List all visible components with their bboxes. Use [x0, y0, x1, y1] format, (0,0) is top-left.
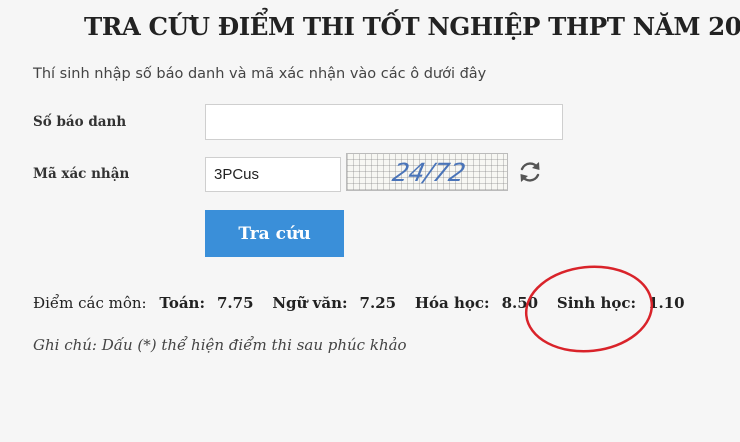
captcha-label: Mã xác nhận — [33, 166, 130, 182]
results-note: Ghi chú: Dấu (*) thể hiện điểm thi sau p… — [33, 336, 407, 354]
captcha-image: 24/72 — [346, 153, 508, 191]
subject-score-literature: Ngữ văn: 7.25 — [272, 294, 397, 312]
sbd-label: Số báo danh — [33, 114, 127, 130]
scores-row: Điểm các môn: Toán: 7.75 Ngữ văn: 7.25 Hóa… — [33, 294, 699, 312]
captcha-input[interactable] — [205, 157, 341, 192]
subject-score-biology: Sinh học: 1.10 — [556, 294, 685, 312]
form-instruction: Thí sinh nhập số báo danh và mã xác nhận… — [33, 66, 487, 82]
refresh-icon[interactable] — [516, 158, 544, 186]
subject-score-math: Toán: 7.75 — [159, 294, 254, 312]
subject-score-chemistry: Hóa học: 8.50 — [414, 294, 539, 312]
captcha-image-text: 24/72 — [390, 158, 468, 187]
sbd-input[interactable] — [205, 104, 563, 140]
scores-prefix: Điểm các môn: — [33, 294, 147, 312]
page-title: TRA CỨU ĐIỂM THI TỐT NGHIỆP THPT NĂM 202… — [84, 12, 740, 41]
submit-button[interactable]: Tra cứu — [205, 210, 344, 257]
